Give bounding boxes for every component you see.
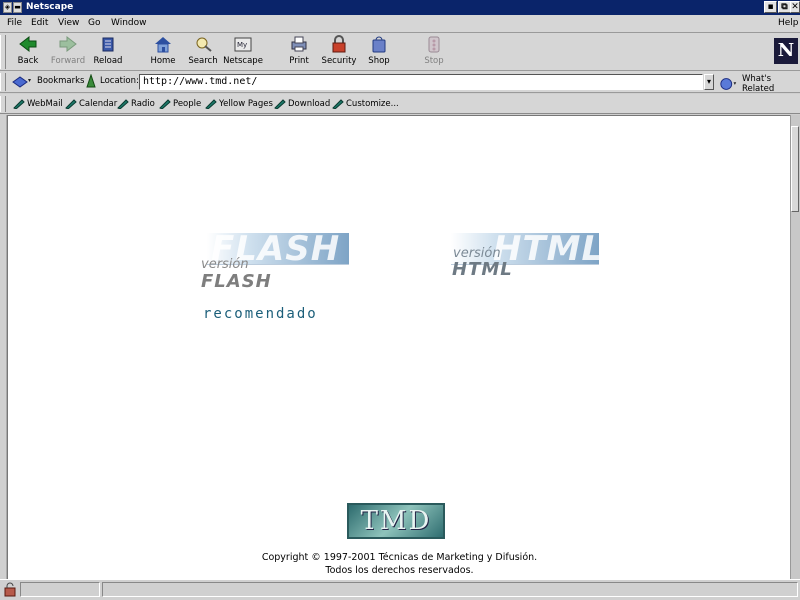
netscape-button[interactable]: My Netscape bbox=[221, 35, 265, 69]
forward-button[interactable]: Forward bbox=[46, 35, 90, 69]
tmd-logo-text: TMD bbox=[360, 506, 432, 536]
print-button[interactable]: Print bbox=[277, 35, 321, 69]
print-label: Print bbox=[289, 56, 309, 66]
bookmark-link-icon bbox=[332, 99, 344, 109]
location-page-icon bbox=[86, 74, 96, 88]
lock-icon bbox=[332, 35, 346, 53]
back-label: Back bbox=[17, 56, 39, 66]
svg-text:My: My bbox=[237, 41, 247, 49]
menu-edit[interactable]: Edit bbox=[31, 18, 48, 28]
link-label: Download bbox=[288, 98, 331, 109]
link-label: Customize... bbox=[346, 98, 399, 109]
shop-label: Shop bbox=[368, 56, 390, 66]
navigation-toolbar: Back Forward Reload Home Search My Netsc… bbox=[0, 33, 800, 71]
reload-icon bbox=[102, 37, 114, 52]
search-button[interactable]: Search bbox=[181, 35, 225, 69]
status-text bbox=[102, 582, 798, 597]
back-arrow-icon bbox=[19, 35, 37, 53]
flash-version-small: versión bbox=[201, 257, 249, 272]
link-calendar[interactable]: Calendar bbox=[65, 98, 117, 109]
url-input[interactable]: http://www.tmd.net/ bbox=[139, 74, 703, 90]
recommended-label: recomendado bbox=[203, 306, 318, 322]
forward-arrow-icon bbox=[59, 35, 77, 53]
link-label: Yellow Pages bbox=[219, 98, 273, 109]
browser-window: ◈ ▬ Netscape ▪ ⧉ ✕ File Edit View Go Wind… bbox=[0, 0, 800, 600]
home-button[interactable]: Home bbox=[141, 35, 185, 69]
menu-bar: File Edit View Go Window Help bbox=[0, 15, 800, 33]
bookmarks-icon bbox=[12, 76, 31, 88]
sidebar-grip[interactable] bbox=[0, 115, 7, 579]
url-history-dropdown[interactable]: ▾ bbox=[704, 74, 714, 90]
security-label: Security bbox=[321, 56, 357, 66]
menu-go[interactable]: Go bbox=[88, 18, 100, 28]
location-label: Location: bbox=[100, 76, 139, 86]
progress-meter bbox=[20, 582, 100, 597]
menu-view[interactable]: View bbox=[58, 18, 79, 28]
bookmark-link-icon bbox=[159, 99, 171, 109]
location-button[interactable]: Location: bbox=[85, 74, 139, 88]
rights-line: Todos los derechos reservados. bbox=[325, 565, 474, 576]
window-title: Netscape bbox=[26, 2, 74, 12]
my-netscape-icon: My bbox=[234, 37, 252, 52]
menu-window[interactable]: Window bbox=[111, 18, 147, 28]
link-label: WebMail bbox=[27, 98, 63, 109]
copyright-line: Copyright © 1997-2001 Técnicas de Market… bbox=[261, 552, 538, 563]
link-people[interactable]: People bbox=[159, 98, 201, 109]
title-bar: ◈ ▬ Netscape ▪ ⧉ ✕ bbox=[0, 0, 800, 15]
flash-version-title: FLASH bbox=[201, 271, 272, 292]
toolbar-grip[interactable] bbox=[0, 73, 6, 91]
html-version-title: HTML bbox=[452, 259, 513, 280]
menu-file[interactable]: File bbox=[7, 18, 22, 28]
menu-help[interactable]: Help bbox=[778, 18, 799, 28]
link-webmail[interactable]: WebMail bbox=[13, 98, 63, 109]
home-icon bbox=[155, 37, 171, 53]
page-content: FLASH versión FLASH recomendado HTML ver… bbox=[7, 115, 790, 579]
shop-button[interactable]: Shop bbox=[357, 35, 401, 69]
link-radio[interactable]: Radio bbox=[117, 98, 155, 109]
whats-related-label: What's Related bbox=[741, 74, 775, 94]
link-label: People bbox=[173, 98, 202, 109]
tmd-logo[interactable]: TMD bbox=[347, 503, 445, 539]
security-status-icon[interactable] bbox=[2, 582, 18, 597]
link-label: Calendar bbox=[79, 98, 118, 109]
security-button[interactable]: Security bbox=[317, 35, 361, 69]
stop-label: Stop bbox=[424, 56, 444, 66]
stop-button[interactable]: Stop bbox=[412, 35, 456, 69]
bookmark-link-icon bbox=[117, 99, 129, 109]
home-label: Home bbox=[150, 56, 176, 66]
shopping-bag-icon bbox=[372, 36, 386, 53]
html-version-link[interactable]: HTML versión HTML bbox=[451, 233, 599, 283]
whats-related-button[interactable]: What's Related bbox=[719, 74, 800, 94]
forward-label: Forward bbox=[50, 56, 86, 66]
netscape-logo[interactable]: N bbox=[774, 38, 798, 64]
bookmark-link-icon bbox=[205, 99, 217, 109]
bookmark-link-icon bbox=[65, 99, 77, 109]
bookmark-link-icon bbox=[274, 99, 286, 109]
search-icon bbox=[196, 37, 212, 52]
window-menu-icon[interactable]: ◈ ▬ bbox=[3, 2, 23, 13]
scrollbar-thumb[interactable] bbox=[791, 126, 799, 212]
bookmarks-button[interactable]: Bookmarks bbox=[12, 74, 85, 88]
link-label: Radio bbox=[131, 98, 155, 109]
flash-version-link[interactable]: FLASH versión FLASH bbox=[201, 233, 349, 295]
link-yellow-pages[interactable]: Yellow Pages bbox=[205, 98, 273, 109]
toolbar-grip[interactable] bbox=[0, 96, 6, 112]
bookmark-link-icon bbox=[13, 99, 25, 109]
netscape-label: Netscape bbox=[223, 56, 263, 66]
printer-icon bbox=[291, 36, 307, 52]
close-button[interactable]: ✕ bbox=[790, 1, 800, 13]
whats-related-icon bbox=[720, 78, 737, 90]
search-label: Search bbox=[188, 56, 218, 66]
link-customize[interactable]: Customize... bbox=[332, 98, 399, 109]
reload-button[interactable]: Reload bbox=[86, 35, 130, 69]
reload-label: Reload bbox=[93, 56, 123, 66]
minimize-button[interactable]: ▪ bbox=[764, 1, 777, 13]
stop-icon bbox=[428, 36, 440, 53]
back-button[interactable]: Back bbox=[6, 35, 50, 69]
link-download[interactable]: Download bbox=[274, 98, 330, 109]
bookmarks-label: Bookmarks bbox=[37, 76, 85, 86]
